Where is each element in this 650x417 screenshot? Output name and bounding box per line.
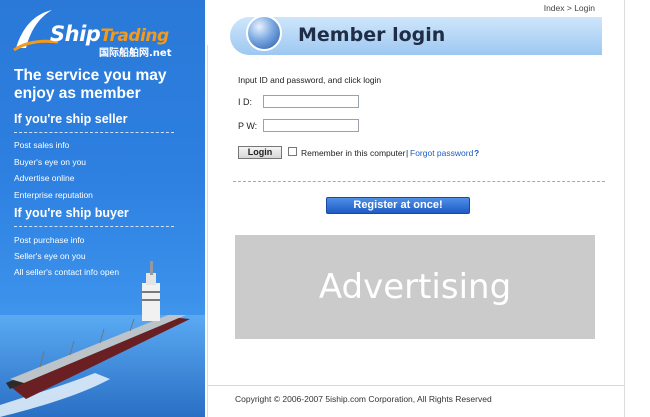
content-right-border (624, 0, 625, 417)
buyer-link-post-purchase[interactable]: Post purchase info (14, 235, 84, 245)
buyer-heading: If you're ship buyer (14, 206, 129, 220)
buyer-divider (14, 226, 174, 227)
login-button[interactable]: Login (238, 146, 282, 159)
section-divider (233, 181, 605, 182)
page-title: Member login (298, 24, 446, 46)
content-left-border (207, 45, 208, 417)
register-button[interactable]: Register at once! (326, 197, 470, 214)
forgot-password-link[interactable]: Forgot password (410, 148, 473, 158)
seller-link-advertise[interactable]: Advertise online (14, 173, 74, 183)
id-label: I D: (238, 97, 253, 107)
seller-divider (14, 132, 174, 133)
remember-label: Remember in this computer (301, 148, 406, 158)
footer-divider (208, 385, 624, 386)
site-logo[interactable]: ShipTrading 国际船舶网.net (12, 8, 182, 60)
id-input[interactable] (263, 95, 359, 108)
login-instruction: Input ID and password, and click login (238, 75, 382, 85)
link-separator: | (406, 148, 409, 158)
advertising-banner[interactable]: Advertising (235, 235, 595, 339)
pw-label: P W: (238, 121, 258, 131)
password-input[interactable] (263, 119, 359, 132)
cargo-ship-image (0, 261, 205, 417)
remember-checkbox[interactable] (288, 147, 297, 156)
seller-link-buyers-eye[interactable]: Buyer's eye on you (14, 157, 86, 167)
logo-trading-text: Trading (100, 26, 169, 46)
advertising-text: Advertising (318, 267, 512, 307)
seller-link-reputation[interactable]: Enterprise reputation (14, 190, 93, 200)
sidebar: ShipTrading 国际船舶网.net The service you ma… (0, 0, 205, 417)
seller-heading: If you're ship seller (14, 112, 128, 126)
help-icon[interactable]: ? (474, 148, 479, 158)
breadcrumb[interactable]: Index > Login (544, 3, 595, 13)
logo-subtext: 国际船舶网.net (99, 48, 172, 59)
logo-ship-text: Ship (50, 22, 101, 46)
sidebar-tagline: The service you may enjoy as member (14, 67, 167, 102)
globe-icon (246, 15, 282, 51)
seller-link-post-sales[interactable]: Post sales info (14, 140, 69, 150)
copyright-text: Copyright © 2006-2007 5iship.com Corpora… (235, 394, 492, 404)
logo-wordmark: ShipTrading (50, 22, 169, 46)
